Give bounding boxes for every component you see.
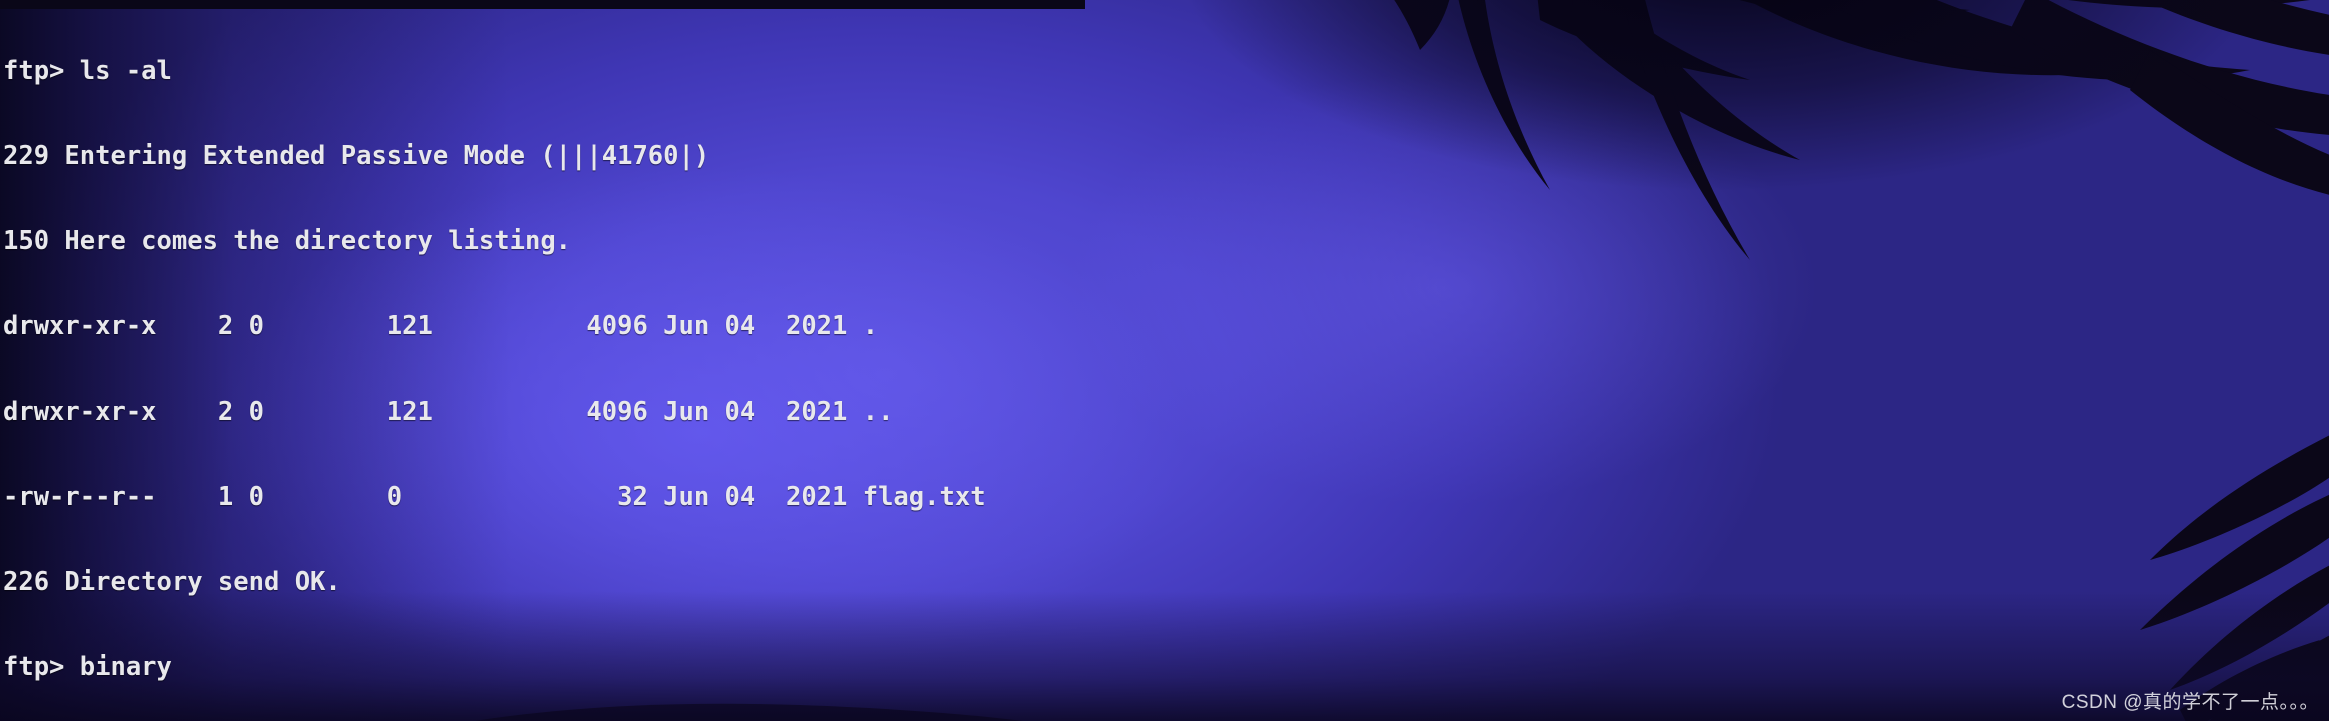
terminal-line: 229 Entering Extended Passive Mode (|||4…: [3, 141, 710, 172]
terminal-line: 226 Directory send OK.: [3, 567, 341, 598]
csdn-watermark: CSDN @真的学不了一点。。。: [2061, 692, 2319, 713]
terminal-screenshot: ftp> ls -al 229 Entering Extended Passiv…: [0, 0, 2329, 721]
terminal-line: ftp> binary: [3, 652, 172, 683]
terminal-line: -rw-r--r-- 1 0 0 32 Jun 04 2021 flag.txt: [3, 481, 986, 512]
terminal-output[interactable]: ftp> ls -al 229 Entering Extended Passiv…: [0, 0, 2329, 721]
terminal-line: ftp> ls -al: [3, 55, 172, 86]
terminal-line: drwxr-xr-x 2 0 121 4096 Jun 04 2021 .: [3, 311, 879, 342]
terminal-line: 150 Here comes the directory listing.: [3, 226, 572, 257]
terminal-line: drwxr-xr-x 2 0 121 4096 Jun 04 2021 ..: [3, 396, 894, 427]
